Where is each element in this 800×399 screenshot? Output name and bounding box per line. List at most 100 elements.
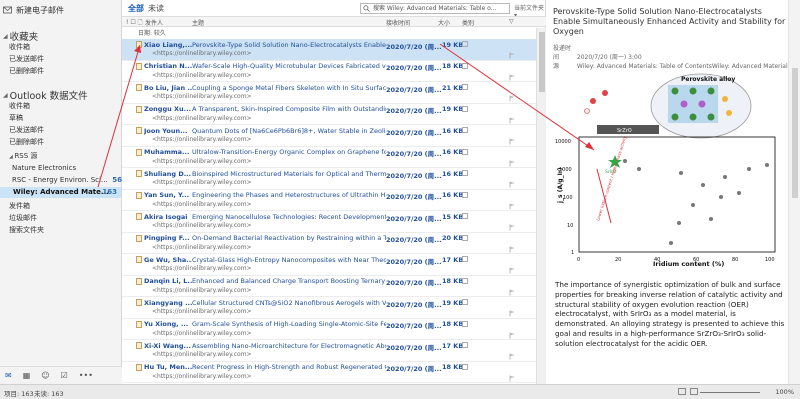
category-box[interactable]: [462, 299, 468, 305]
flag-icon[interactable]: [509, 332, 516, 339]
folder-drafts[interactable]: 草稿: [9, 113, 23, 124]
col-received[interactable]: 接收时间: [386, 18, 410, 27]
flag-icon[interactable]: [509, 375, 516, 382]
flag-icon[interactable]: [509, 181, 516, 188]
flag-icon[interactable]: [509, 289, 516, 296]
flag-icon[interactable]: [509, 117, 516, 124]
category-box[interactable]: [462, 213, 468, 219]
flag-icon[interactable]: [509, 224, 516, 231]
col-flag[interactable]: ▽: [509, 18, 514, 25]
message-subject: Cellular Structured CNTs@SiO2 Nanofibrou…: [192, 298, 386, 307]
message-preview: <https://onlinelibrary.wiley.com>: [152, 200, 252, 208]
group-header[interactable]: 日期: 较久: [122, 28, 546, 39]
message-row[interactable]: Danqin Li, L... Enhanced and Balanced Cha…: [122, 276, 546, 297]
category-box[interactable]: [462, 320, 468, 327]
folder-junk[interactable]: 垃圾邮件: [9, 213, 37, 224]
tab-unread[interactable]: 未读: [148, 3, 164, 14]
category-box[interactable]: [462, 234, 468, 241]
category-box[interactable]: [462, 105, 468, 112]
flag-icon[interactable]: [509, 267, 516, 274]
folder-deleted-fav[interactable]: 已删除邮件: [9, 66, 44, 77]
more-icon[interactable]: •••: [79, 371, 93, 380]
message-row[interactable]: Yan Sun, Y... Engineering the Phases and …: [122, 190, 546, 211]
message-row[interactable]: Joon Youn... Quantum Dots of [Na6Ce6Pb6Br…: [122, 125, 546, 147]
message-from: Zonggu Xu...: [144, 105, 192, 113]
message-subject: Engineering the Phases and Heterostructu…: [192, 191, 386, 199]
message-row[interactable]: Yu Xiong, ... Gram-Scale Synthesis of Hig…: [122, 319, 546, 340]
message-row[interactable]: Ge Wu, Sha... Crystal-Glass High-Entropy …: [122, 254, 546, 276]
col-subject[interactable]: 主题: [192, 18, 204, 27]
message-row[interactable]: Shuliang D... Bioinspired Microstructured…: [122, 168, 546, 190]
message-body: The importance of synergistic optimizati…: [555, 280, 785, 348]
flag-icon[interactable]: [509, 95, 516, 102]
category-box[interactable]: [462, 84, 468, 90]
category-box[interactable]: [462, 363, 468, 370]
reading-view-icon[interactable]: [690, 388, 698, 395]
message-row[interactable]: Xiao Liang,... Perovskite-Type Solid Solu…: [122, 39, 546, 61]
message-date: 2020/7/20 (周...: [386, 193, 442, 201]
category-box[interactable]: [462, 148, 468, 155]
calendar-icon[interactable]: ▦: [23, 371, 31, 380]
list-scrollbar[interactable]: [536, 28, 546, 384]
message-row[interactable]: Pingping F... On-Demand Bacterial Reactiv…: [122, 233, 546, 254]
col-importance-icon[interactable]: ! ☐ 🗋: [126, 18, 142, 28]
flag-icon[interactable]: [509, 310, 516, 317]
account-header[interactable]: ◢ Outlook 数据文件: [3, 88, 88, 102]
meta-source[interactable]: Wiley: Advanced Materials: Table of Cont…: [577, 63, 791, 70]
mail-icon[interactable]: ✉: [5, 371, 12, 380]
message-date: 2020/7/20 (周...: [386, 236, 442, 244]
tab-all[interactable]: 全部: [128, 3, 144, 14]
rss-nature-electronics[interactable]: Nature Electronics: [12, 163, 76, 174]
message-row[interactable]: Hu Tu, Men... Recent Progress in High-Str…: [122, 362, 546, 383]
category-box[interactable]: [462, 256, 468, 262]
flag-icon[interactable]: [509, 74, 516, 81]
reading-scrollbar[interactable]: [788, 0, 800, 384]
flag-icon[interactable]: [509, 138, 516, 145]
flag-icon[interactable]: [509, 353, 516, 360]
folder-inbox-fav[interactable]: 收件箱: [9, 42, 30, 53]
scroll-thumb[interactable]: [792, 68, 798, 198]
tasks-icon[interactable]: ☑: [61, 371, 68, 380]
category-box[interactable]: [462, 127, 468, 133]
folder-search[interactable]: 搜索文件夹: [9, 225, 44, 236]
search-input[interactable]: 搜索 Wiley: Advanced Materials: Table o...: [360, 3, 510, 14]
rss-wiley-advanced-materials[interactable]: Wiley: Advanced Mate... 163: [0, 187, 121, 198]
folder-rss[interactable]: ◢ RSS 源: [9, 151, 37, 162]
message-row[interactable]: Xi-Xi Wang... Assembling Nano-Microarchit…: [122, 340, 546, 362]
message-row[interactable]: Christian N... Wafer-Scale High-Quality M…: [122, 61, 546, 82]
rss-energy-environ[interactable]: RSC - Energy Environ. Sci... 56: [12, 175, 122, 186]
col-size[interactable]: 大小: [438, 18, 450, 27]
category-box[interactable]: [462, 62, 468, 69]
zoom-level[interactable]: 100%: [775, 388, 794, 396]
flag-icon[interactable]: [509, 160, 516, 167]
col-category[interactable]: 类别: [462, 18, 474, 27]
new-mail-button[interactable]: 新建电子邮件: [3, 5, 64, 15]
folder-deleted[interactable]: 已删除邮件: [9, 137, 44, 148]
message-row[interactable]: Akira Isogai Emerging Nanocellulose Techn…: [122, 211, 546, 233]
message-row[interactable]: Xiangyang ... Cellular Structured CNTs@Si…: [122, 297, 546, 319]
flag-icon[interactable]: [509, 52, 516, 59]
category-box[interactable]: [462, 170, 468, 176]
folder-inbox[interactable]: 收件箱: [9, 101, 30, 112]
category-box[interactable]: [462, 342, 468, 348]
favorites-header[interactable]: ◢ 收藏夹: [3, 29, 38, 43]
message-row[interactable]: Muhamma... Ultralow-Transition-Energy Org…: [122, 147, 546, 168]
category-box[interactable]: [462, 191, 468, 198]
folder-sent[interactable]: 已发送邮件: [9, 125, 44, 136]
col-from[interactable]: 发件人: [145, 18, 163, 27]
flag-icon[interactable]: [509, 246, 516, 253]
message-row[interactable]: Bo Liu, Jian ... Coupling a Sponge Metal …: [122, 82, 546, 104]
people-icon[interactable]: ☺: [41, 371, 49, 380]
flag-icon[interactable]: [509, 203, 516, 210]
message-preview: <https://onlinelibrary.wiley.com>: [152, 286, 252, 294]
folder-outbox[interactable]: 发件箱: [9, 201, 30, 212]
normal-view-icon[interactable]: [678, 388, 686, 395]
folder-sent-fav[interactable]: 已发送邮件: [9, 54, 44, 65]
new-mail-label: 新建电子邮件: [16, 5, 64, 15]
zoom-slider[interactable]: [700, 392, 760, 393]
message-row[interactable]: Zonggu Xu... A Transparent, Skin-Inspired…: [122, 104, 546, 125]
category-box[interactable]: [462, 41, 468, 47]
category-box[interactable]: [462, 277, 468, 284]
y-tick: 100: [563, 195, 573, 201]
scroll-thumb[interactable]: [539, 32, 545, 92]
